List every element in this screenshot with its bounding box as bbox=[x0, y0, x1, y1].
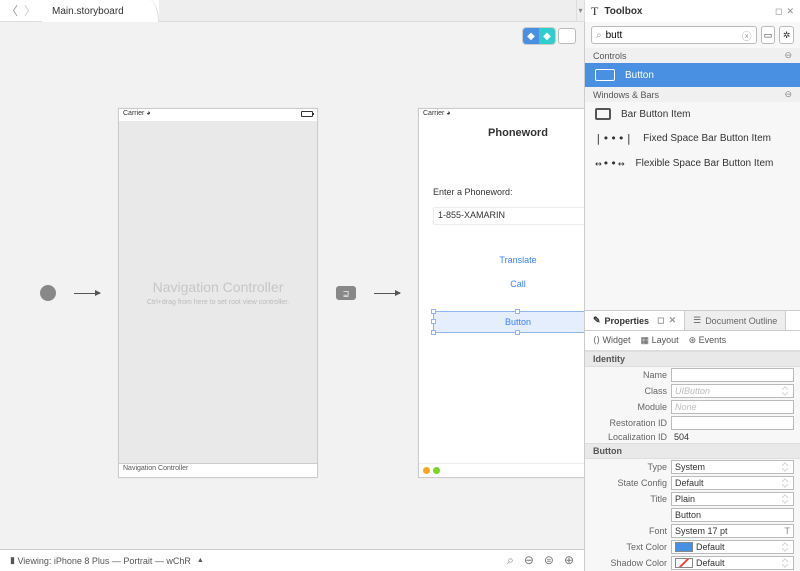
page-indicator-icon: ▮ bbox=[10, 555, 15, 566]
button-title-mode-field[interactable]: Plain bbox=[671, 492, 794, 506]
button-shadowcolor-field[interactable]: Default bbox=[671, 556, 794, 570]
nav-fwd-icon[interactable]: 〉 bbox=[24, 2, 36, 19]
toolbox-item-bar-button[interactable]: Bar Button Item bbox=[585, 102, 800, 126]
navbar-title[interactable]: Phoneword bbox=[419, 121, 584, 145]
panel-toggle-icon[interactable]: ▾ bbox=[576, 0, 584, 21]
toolbox-settings-icon[interactable]: ✲ bbox=[779, 26, 794, 44]
wrench-icon: ✎ bbox=[593, 315, 601, 326]
identity-localization-value: 504 bbox=[671, 432, 794, 442]
toolbox-item-fixed-space[interactable]: |•••| Fixed Space Bar Button Item bbox=[585, 126, 800, 151]
scene-footer-label: Navigation Controller bbox=[119, 463, 317, 477]
carrier-label: Carrier ◕ bbox=[123, 110, 151, 120]
segue-arrow bbox=[374, 293, 400, 294]
status-dropdown-icon[interactable]: ▲ bbox=[197, 557, 204, 564]
identity-module-field[interactable]: None bbox=[671, 400, 794, 414]
view-controller-scene[interactable]: Carrier ◕ Phoneword Enter a Phoneword: 1… bbox=[418, 108, 584, 478]
collapse-icon: ⊖ bbox=[784, 50, 792, 61]
toolbox-panel-header: T Toolbox ◻ ✕ bbox=[584, 0, 800, 22]
fixed-space-icon: |•••| bbox=[595, 132, 633, 145]
button-type-field[interactable]: System bbox=[671, 460, 794, 474]
document-tab[interactable]: Main.storyboard bbox=[42, 0, 159, 22]
storyboard-canvas[interactable]: Carrier ◕ Navigation Controller Ctrl+dra… bbox=[0, 50, 584, 549]
design-mode-toggle[interactable]: ◆ ◆ bbox=[522, 27, 556, 45]
phoneword-label[interactable]: Enter a Phoneword: bbox=[433, 187, 584, 197]
constraints-icon: ◆ bbox=[539, 28, 555, 44]
translate-button[interactable]: Translate bbox=[433, 255, 584, 265]
nav-controller-title: Navigation Controller bbox=[153, 279, 284, 295]
first-responder-icon[interactable] bbox=[433, 467, 440, 474]
nav-controller-hint: Ctrl+drag from here to set root view con… bbox=[147, 299, 289, 306]
segue-arrow bbox=[74, 293, 100, 294]
identity-name-field[interactable] bbox=[671, 368, 794, 382]
subtab-events[interactable]: ⊛ Events bbox=[689, 335, 727, 346]
panel-popout-icon[interactable]: ◻ bbox=[657, 315, 664, 326]
button-state-field[interactable]: Default bbox=[671, 476, 794, 490]
zoom-actual-icon[interactable]: ⊜ bbox=[544, 553, 554, 568]
toolbox-group-controls[interactable]: Controls⊖ bbox=[585, 48, 800, 63]
vc-icon[interactable] bbox=[423, 467, 430, 474]
call-button[interactable]: Call bbox=[433, 279, 584, 289]
tab-document-outline[interactable]: ☰ Document Outline bbox=[685, 311, 786, 330]
nav-back-icon[interactable]: 〈 bbox=[6, 2, 18, 19]
toolbox-icon: T bbox=[591, 4, 598, 19]
segue-relationship-icon[interactable]: ⊒ bbox=[336, 286, 356, 300]
flexible-space-icon: ↔••↔ bbox=[595, 157, 626, 170]
wifi-icon: ◕ bbox=[146, 110, 150, 117]
bar-button-icon bbox=[595, 108, 611, 120]
button-font-field[interactable]: System 17 ptT bbox=[671, 524, 794, 538]
carrier-label: Carrier ◕ bbox=[423, 110, 451, 120]
navigation-controller-scene[interactable]: Carrier ◕ Navigation Controller Ctrl+dra… bbox=[118, 108, 318, 478]
wifi-icon: ◕ bbox=[446, 110, 450, 117]
outline-toggle-button[interactable] bbox=[558, 28, 576, 44]
panel-close-icon[interactable]: ✕ bbox=[786, 6, 794, 17]
button-title-text-field[interactable]: Button bbox=[671, 508, 794, 522]
clear-search-icon[interactable]: ⓧ bbox=[742, 28, 752, 43]
toolbox-search[interactable]: ⌕ ⓧ bbox=[591, 26, 757, 44]
zoom-in-icon[interactable]: ⊕ bbox=[564, 553, 574, 568]
section-identity: Identity bbox=[585, 351, 800, 367]
toolbox-item-flexible-space[interactable]: ↔••↔ Flexible Space Bar Button Item bbox=[585, 151, 800, 176]
collapse-icon: ⊖ bbox=[784, 89, 792, 100]
viewing-status[interactable]: Viewing: iPhone 8 Plus — Portrait — wChR bbox=[17, 556, 190, 566]
panel-close-icon[interactable]: ✕ bbox=[669, 315, 677, 326]
tab-title: Main.storyboard bbox=[52, 6, 124, 17]
search-icon: ⌕ bbox=[596, 30, 602, 41]
selected-button-label: Button bbox=[505, 317, 531, 327]
initial-scene-indicator[interactable] bbox=[40, 285, 56, 301]
tab-strip bbox=[159, 0, 576, 21]
zoom-fit-icon[interactable]: ⌕ bbox=[507, 553, 514, 568]
phoneword-textfield[interactable]: 1-855-XAMARIN bbox=[433, 207, 584, 225]
toolbox-item-button[interactable]: Button bbox=[585, 63, 800, 87]
selected-button[interactable]: Button bbox=[433, 311, 584, 333]
button-textcolor-field[interactable]: Default bbox=[671, 540, 794, 554]
panel-popout-icon[interactable]: ◻ bbox=[775, 6, 782, 17]
tab-properties[interactable]: ✎ Properties ◻ ✕ bbox=[585, 311, 685, 330]
toolbox-title: Toolbox bbox=[604, 6, 642, 17]
subtab-widget[interactable]: ⟨⟩ Widget bbox=[593, 335, 631, 346]
subtab-layout[interactable]: ▦ Layout bbox=[641, 335, 679, 346]
color-swatch bbox=[675, 542, 693, 552]
battery-icon bbox=[301, 111, 313, 117]
identity-restoration-field[interactable] bbox=[671, 416, 794, 430]
color-swatch bbox=[675, 558, 693, 568]
outline-icon: ☰ bbox=[693, 315, 701, 326]
design-icon: ◆ bbox=[523, 28, 539, 44]
identity-class-field[interactable]: UIButton bbox=[671, 384, 794, 398]
button-icon bbox=[595, 69, 615, 81]
toolbox-view-mode[interactable]: ▭ bbox=[761, 26, 776, 44]
search-input[interactable] bbox=[606, 30, 738, 41]
section-button: Button bbox=[585, 443, 800, 459]
toolbox-group-windows-bars[interactable]: Windows & Bars⊖ bbox=[585, 87, 800, 102]
zoom-out-icon[interactable]: ⊖ bbox=[524, 553, 534, 568]
scene-dock[interactable] bbox=[419, 463, 584, 477]
